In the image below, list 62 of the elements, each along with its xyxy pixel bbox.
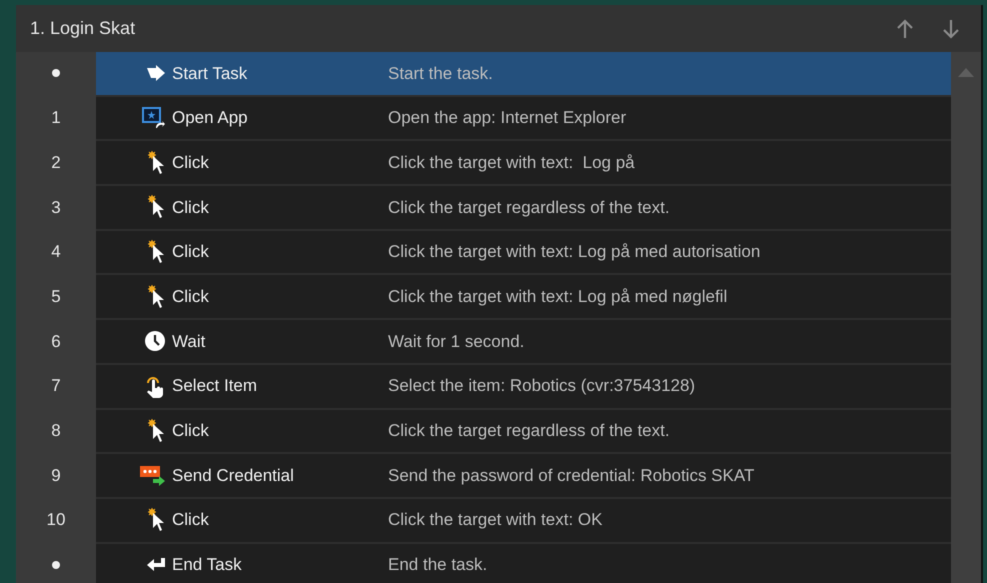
step-row[interactable]: Select Item Select the item: Robotics (cvr:37543128) — [96, 364, 951, 410]
step-description: Click the target with text: Log på med nøglefil — [388, 286, 728, 308]
step-row[interactable]: Click Click the target regardless of the text. — [96, 410, 951, 454]
step-description: Click the target with text: Log på — [388, 152, 635, 174]
step-name: Click — [172, 509, 210, 532]
return-arrow-icon — [146, 556, 166, 573]
step-name: Open App — [172, 107, 249, 130]
step-number: 9 — [51, 464, 61, 487]
arrow-right-icon — [146, 65, 166, 82]
step-number: 2 — [51, 152, 61, 174]
step-row[interactable]: Open App Open the app: Internet Explorer — [96, 96, 951, 142]
arrow-up-icon — [896, 18, 914, 38]
step-number: 7 — [51, 375, 61, 398]
step-number: 4 — [51, 241, 61, 264]
step-name: Click — [172, 420, 210, 442]
step-row[interactable]: Click Click the target with text: Log på med nøglefil — [96, 275, 951, 320]
step-description: Send the password of credential: Robotics SKAT — [388, 464, 754, 487]
step-name: Send Credential — [172, 464, 295, 487]
pointer-icon — [148, 240, 166, 264]
step-description: Click the target with text: OK — [388, 509, 602, 532]
step-description: Start the task. — [388, 62, 493, 85]
step-number: 5 — [51, 286, 61, 308]
step-row[interactable]: Click Click the target with text: OK — [96, 498, 951, 544]
password-send-icon — [140, 464, 166, 487]
step-name: Select Item — [172, 375, 258, 398]
step-name: Click — [172, 196, 210, 219]
step-description: Click the target with text: Log på med autorisation — [388, 241, 760, 264]
step-name: Click — [172, 286, 210, 308]
step-description: Select the item: Robotics (cvr:37543128) — [388, 375, 696, 398]
pointer-icon — [148, 195, 166, 220]
hand-pointer-icon — [144, 374, 166, 398]
step-name: Wait — [172, 330, 206, 353]
arrow-down-icon — [942, 18, 960, 38]
step-description: Click the target regardless of the text. — [388, 196, 670, 219]
step-row[interactable]: Send Credential Send the password of credential: Robotics SKAT — [96, 454, 951, 499]
step-name: End Task — [172, 554, 243, 576]
step-name: Click — [172, 241, 210, 264]
pointer-icon — [148, 508, 166, 532]
step-description: Wait for 1 second. — [388, 330, 524, 353]
step-number: 8 — [51, 420, 61, 442]
step-number: 10 — [46, 509, 66, 532]
step-name: Click — [172, 152, 210, 174]
step-row[interactable]: Start Task Start the task. — [96, 52, 951, 97]
panel-title: 1. Login Skat — [30, 17, 136, 40]
step-row[interactable]: End Task End the task. — [96, 544, 951, 583]
step-description: Click the target regardless of the text. — [388, 420, 670, 442]
step-description: Open the app: Internet Explorer — [388, 107, 626, 130]
pointer-icon — [148, 150, 166, 175]
step-row[interactable]: Wait Wait for 1 second. — [96, 320, 951, 365]
step-number: 3 — [51, 196, 61, 219]
step-number: 6 — [51, 330, 61, 353]
scrollbar[interactable] — [951, 52, 981, 583]
step-number: 1 — [51, 107, 61, 130]
step-row[interactable]: Click Click the target regardless of the text. — [96, 186, 951, 231]
step-row[interactable]: Click Click the target with text: Log på — [96, 141, 951, 186]
window-star-icon — [142, 107, 166, 130]
step-row[interactable]: Click Click the target with text: Log på med autorisation — [96, 230, 951, 276]
step-description: End the task. — [388, 554, 488, 576]
step-name: Start Task — [172, 62, 248, 85]
pointer-icon — [148, 284, 166, 309]
pointer-icon — [148, 418, 166, 443]
clock-icon — [144, 330, 166, 352]
